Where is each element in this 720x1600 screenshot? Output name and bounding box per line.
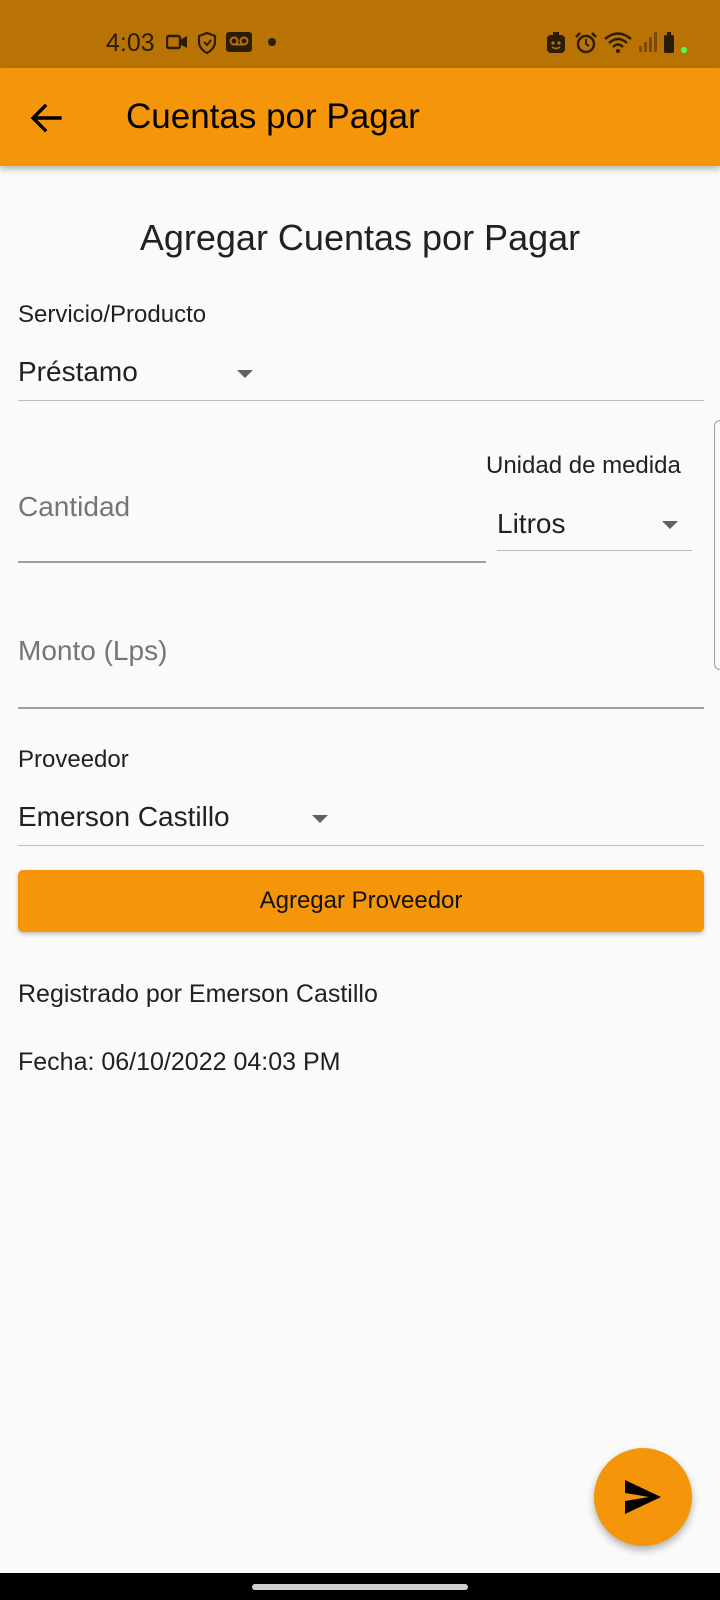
quantity-field[interactable]: Cantidad [18, 486, 486, 563]
amount-placeholder: Monto (Lps) [18, 635, 168, 666]
send-icon [625, 1480, 661, 1514]
video-camera-icon [166, 34, 187, 50]
supplier-dropdown[interactable]: Emerson Castillo [18, 795, 704, 846]
shield-icon [197, 32, 217, 54]
service-label: Servicio/Producto [18, 301, 207, 328]
signal-icon [639, 32, 657, 52]
voicemail-icon [226, 32, 252, 52]
amount-field[interactable]: Monto (Lps) [18, 634, 704, 709]
back-button[interactable] [22, 94, 70, 142]
app-bar: Cuentas por Pagar [0, 68, 720, 166]
date-text: Fecha: 06/10/2022 04:03 PM [18, 1048, 341, 1076]
unit-dropdown[interactable]: Litros [497, 500, 692, 551]
unit-label: Unidad de medida [486, 452, 681, 479]
add-supplier-label: Agregar Proveedor [259, 887, 463, 914]
add-supplier-button[interactable]: Agregar Proveedor [18, 870, 704, 932]
arrow-left-icon [30, 103, 62, 133]
battery-icon [664, 32, 687, 53]
quantity-placeholder: Cantidad [18, 491, 131, 522]
dot-icon [268, 38, 276, 46]
send-button[interactable] [594, 1448, 692, 1546]
chevron-down-icon [237, 370, 253, 378]
registered-by-text: Registrado por Emerson Castillo [18, 980, 378, 1008]
home-gesture-handle[interactable] [252, 1584, 468, 1590]
wifi-icon [604, 32, 632, 53]
service-dropdown[interactable]: Préstamo [18, 350, 704, 401]
system-nav-bar [0, 1573, 720, 1600]
chevron-down-icon [312, 815, 328, 823]
supplier-label: Proveedor [18, 746, 129, 773]
face-icon [547, 32, 565, 53]
chevron-down-icon [662, 521, 678, 529]
form-heading: Agregar Cuentas por Pagar [139, 217, 581, 258]
supplier-value: Emerson Castillo [18, 801, 230, 832]
side-panel-edge[interactable] [714, 420, 720, 670]
unit-value: Litros [497, 508, 566, 539]
service-value: Préstamo [18, 356, 138, 387]
alarm-icon [575, 32, 597, 54]
status-bar: 4:03 [0, 0, 720, 68]
status-time: 4:03 [106, 29, 155, 57]
app-title: Cuentas por Pagar [126, 97, 420, 136]
